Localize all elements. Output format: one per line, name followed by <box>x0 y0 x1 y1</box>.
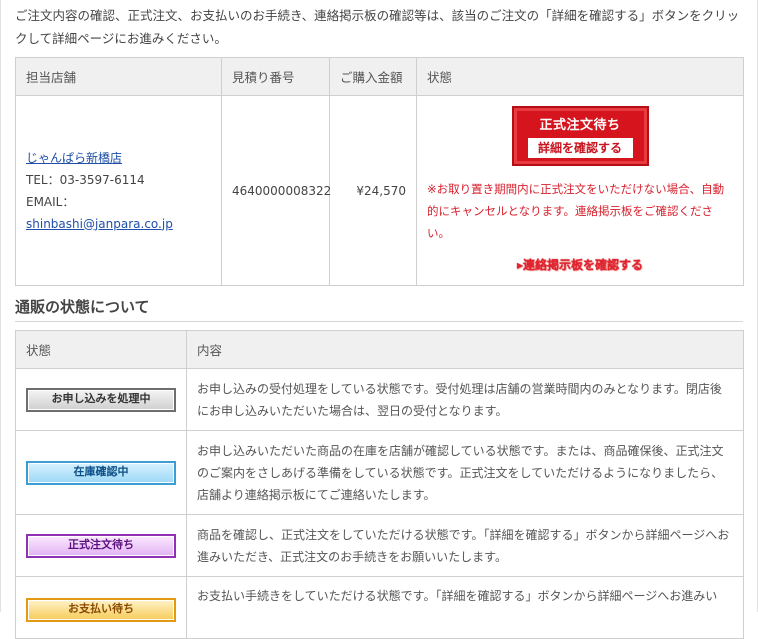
shop-cell: じゃんぱら新橋店 TEL：03-3597-6114 EMAIL： shinbash… <box>15 95 222 286</box>
status-legend-table: 状態 内容 お申し込みを処理中 お申し込みの受付処理をしている状態です。受付処理… <box>15 330 744 639</box>
status-badge-title: 正式注文待ち <box>539 117 621 133</box>
status-badge-button-label: 詳細を確認する <box>527 137 633 158</box>
order-table-header: 担当店舗 見積り番号 ご購入金額 状態 <box>15 57 744 96</box>
email-label: EMAIL： <box>26 194 75 209</box>
state-description-processing: お申し込みの受付処理をしている状態です。受付処理は店舗の営業時間内のみとなります… <box>186 368 744 431</box>
order-list-page: ご注文内容の確認、正式注文、お支払いのお手続き、連絡掲示板の確認等は、該当のご注… <box>0 0 758 639</box>
order-table: 担当店舗 見積り番号 ご購入金額 状態 じゃんぱら新橋店 TEL：03-3597… <box>15 57 744 286</box>
shop-name-link[interactable]: じゃんぱら新橋店 <box>26 151 122 165</box>
col-header-quote-number: 見積り番号 <box>221 57 330 96</box>
shop-email-line: EMAIL： shinbashi@janpara.co.jp <box>26 191 211 235</box>
status-table-header: 状態 内容 <box>15 330 744 369</box>
order-row: じゃんぱら新橋店 TEL：03-3597-6114 EMAIL： shinbash… <box>15 95 744 286</box>
intro-text: ご注文内容の確認、正式注文、お支払いのお手続き、連絡掲示板の確認等は、該当のご注… <box>15 8 740 46</box>
state-badge-awaiting-payment: お支払い待ち <box>26 598 176 622</box>
shop-email-link[interactable]: shinbashi@janpara.co.jp <box>26 217 173 231</box>
state-badge-processing: お申し込みを処理中 <box>26 388 176 412</box>
col-header-amount: ご購入金額 <box>329 57 417 96</box>
cancel-warning: ※お取り置き期間内に正式注文をいただけない場合、自動的にキャンセルとなります。連… <box>427 181 725 240</box>
status-row-awaiting-order: 正式注文待ち 商品を確認し、正式注文をしていただける状態です。「詳細を確認する」… <box>15 514 744 577</box>
state-description-awaiting-order: 商品を確認し、正式注文をしていただける状態です。「詳細を確認する」ボタンから詳細… <box>186 514 744 577</box>
section-title: 通販の状態について <box>15 296 743 322</box>
status-row-awaiting-payment: お支払い待ち お支払い手続きをしていただける状態です。「詳細を確認する」ボタンか… <box>15 576 744 639</box>
quote-number-cell: 4640000008322 <box>221 95 331 286</box>
state-badge-awaiting-order: 正式注文待ち <box>26 534 176 558</box>
col-header-status: 状態 <box>416 57 744 96</box>
col-header-state: 状態 <box>15 330 187 369</box>
shop-tel: TEL：03-3597-6114 <box>26 172 145 187</box>
amount-cell: ¥24,570 <box>329 95 417 286</box>
status-row-stock-check: 在庫確認中 お申し込みいただいた商品の在庫を店舗が確認している状態です。または、… <box>15 430 744 515</box>
status-row-processing: お申し込みを処理中 お申し込みの受付処理をしている状態です。受付処理は店舗の営業… <box>15 368 744 431</box>
message-board-link-label: 連絡掲示板を確認する <box>523 257 644 272</box>
col-header-shop: 担当店舗 <box>15 57 222 96</box>
view-details-button[interactable]: 正式注文待ち 詳細を確認する <box>511 105 649 166</box>
status-cell: 正式注文待ち 詳細を確認する ※お取り置き期間内に正式注文をいただけない場合、自… <box>416 95 744 286</box>
state-description-awaiting-payment: お支払い手続きをしていただける状態です。「詳細を確認する」ボタンから詳細ページへ… <box>186 576 744 639</box>
state-description-stock-check: お申し込みいただいた商品の在庫を店舗が確認している状態です。または、商品確保後、… <box>186 430 744 515</box>
state-badge-stock-check: 在庫確認中 <box>26 461 176 485</box>
message-board-link[interactable]: ▸連絡掲示板を確認する <box>427 254 733 276</box>
col-header-content: 内容 <box>186 330 744 369</box>
